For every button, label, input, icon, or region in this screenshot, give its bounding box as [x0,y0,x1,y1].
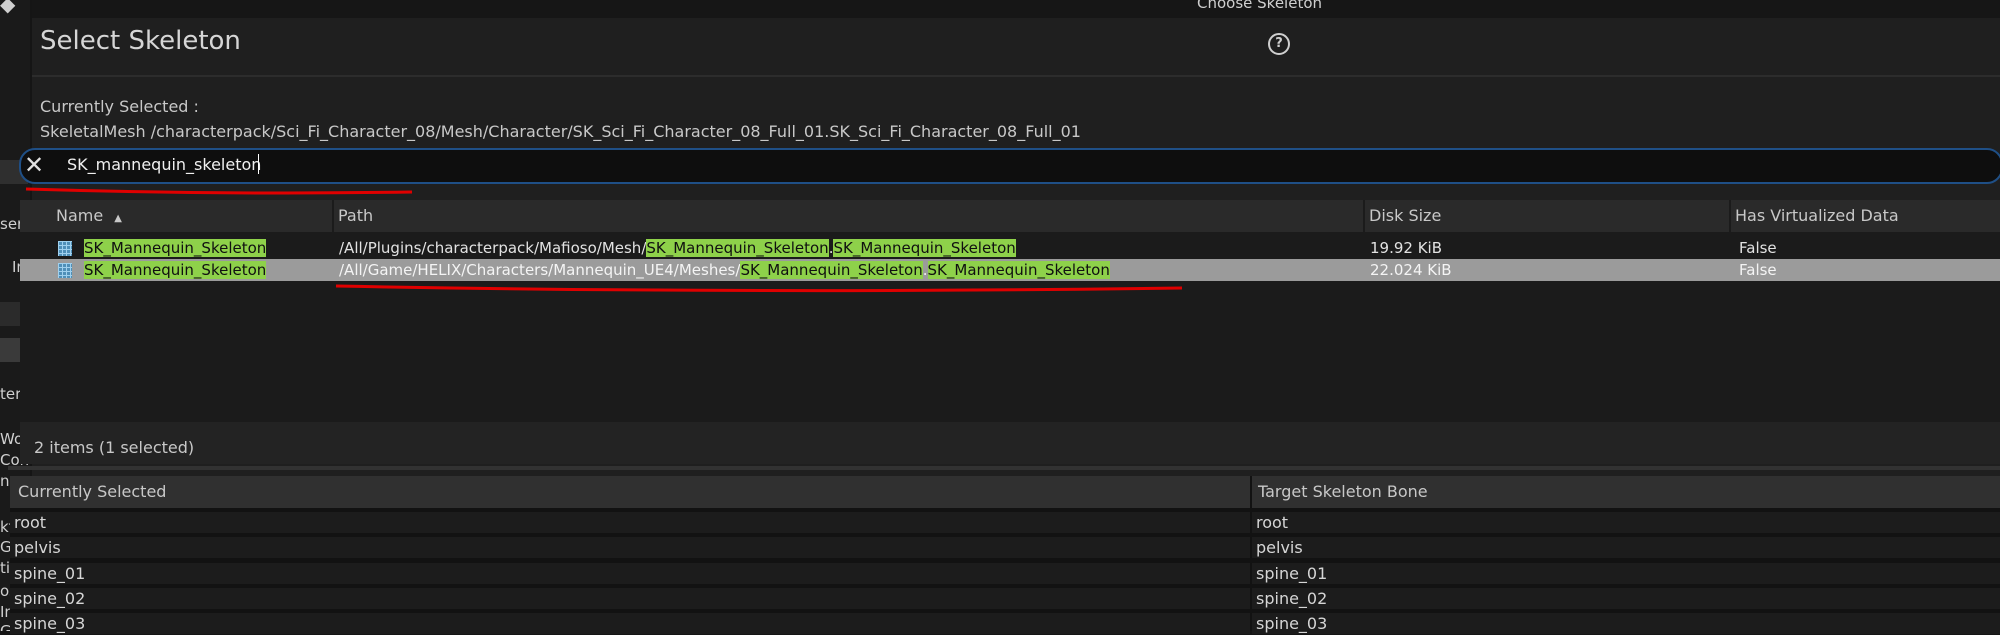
question-circle-icon[interactable]: ? [1268,33,1290,55]
row-name: SK_Mannequin_Skeleton [84,237,267,259]
current-bone: spine_01 [10,563,1250,584]
text-caret [258,154,259,174]
current-bone: root [10,512,1250,533]
path-text: /All/Game/HELIX/Characters/Mannequin_UE4… [339,261,741,279]
close-icon[interactable]: ✕ [23,153,45,177]
column-header-label: Name [56,206,104,225]
annotation-underline [25,187,413,195]
sort-ascending-icon: ▲ [114,213,122,224]
skeleton-asset-icon [58,263,72,278]
row-path: /All/Game/HELIX/Characters/Mannequin_UE4… [339,259,1110,281]
logo-fragment: ◆ [0,0,16,16]
row-disk-size: 19.92 KiB [1370,239,1443,257]
bone-mapping-table: Currently Selected Target Skeleton Bone … [10,476,2000,634]
current-bone: spine_02 [10,588,1250,609]
row-disk-size: 22.024 KiB [1370,261,1452,279]
row-virtualized: False [1739,239,1777,257]
path-highlight: SK_Mannequin_Skeleton [833,239,1016,257]
search-input[interactable] [19,148,2000,184]
currently-selected-path: SkeletalMesh /characterpack/Sci_Fi_Chara… [40,122,1081,141]
name-highlight: SK_Mannequin_Skeleton [84,239,267,257]
annotation-underline [335,284,1183,293]
table-row[interactable]: spine_01 spine_01 [10,563,2000,585]
asset-results-table: Name ▲ Path Disk Size Has Virtualized Da… [20,200,2000,422]
table-row[interactable]: root root [10,512,2000,534]
divider [32,75,2000,77]
row-path: /All/Plugins/characterpack/Mafioso/Mesh/… [339,237,1016,259]
target-bone[interactable]: spine_02 [1252,588,2000,609]
path-highlight: SK_Mannequin_Skeleton [646,239,829,257]
results-footer [20,422,2000,464]
table-row[interactable]: pelvis pelvis [10,537,2000,559]
skeleton-asset-icon [58,241,72,256]
row-virtualized: False [1739,261,1777,279]
table-row[interactable]: SK_Mannequin_Skeleton /All/Plugins/chara… [20,237,2000,259]
target-bone[interactable]: root [1252,512,2000,533]
path-dot: . [922,261,928,279]
column-header-name[interactable]: Name ▲ [52,200,336,232]
column-header-currently-selected[interactable]: Currently Selected [14,476,1258,508]
name-highlight: SK_Mannequin_Skeleton [84,261,267,279]
splitter[interactable] [8,466,2000,470]
table-header: Name ▲ Path Disk Size Has Virtualized Da… [20,200,2000,232]
items-count-status: 2 items (1 selected) [34,438,195,457]
path-highlight: SK_Mannequin_Skeleton [927,261,1110,279]
dialog-title: Select Skeleton [40,26,241,56]
table-row[interactable]: spine_03 spine_03 [10,613,2000,635]
path-text: /All/Plugins/characterpack/Mafioso/Mesh/ [339,239,647,257]
window-title-bar[interactable]: Choose Skeleton [32,0,2000,18]
target-bone[interactable]: pelvis [1252,537,2000,558]
column-divider[interactable] [1250,476,1252,508]
column-header-path[interactable]: Path [334,200,1338,232]
current-bone: pelvis [10,537,1250,558]
table-row[interactable]: spine_02 spine_02 [10,588,2000,610]
search-input-value[interactable]: SK_mannequin_skeleton [67,155,261,174]
path-highlight: SK_Mannequin_Skeleton [740,261,923,279]
table-row-selected[interactable]: SK_Mannequin_Skeleton /All/Game/HELIX/Ch… [20,259,2000,281]
column-header-virtualized[interactable]: Has Virtualized Data [1731,200,2000,232]
table-header: Currently Selected Target Skeleton Bone [10,476,2000,508]
target-bone[interactable]: spine_01 [1252,563,2000,584]
row-name: SK_Mannequin_Skeleton [84,259,267,281]
column-header-target-bone[interactable]: Target Skeleton Bone [1254,476,1998,508]
currently-selected-label: Currently Selected : [40,97,199,116]
window-title: Choose Skeleton [1197,0,1323,12]
column-header-disk-size[interactable]: Disk Size [1365,200,1729,232]
